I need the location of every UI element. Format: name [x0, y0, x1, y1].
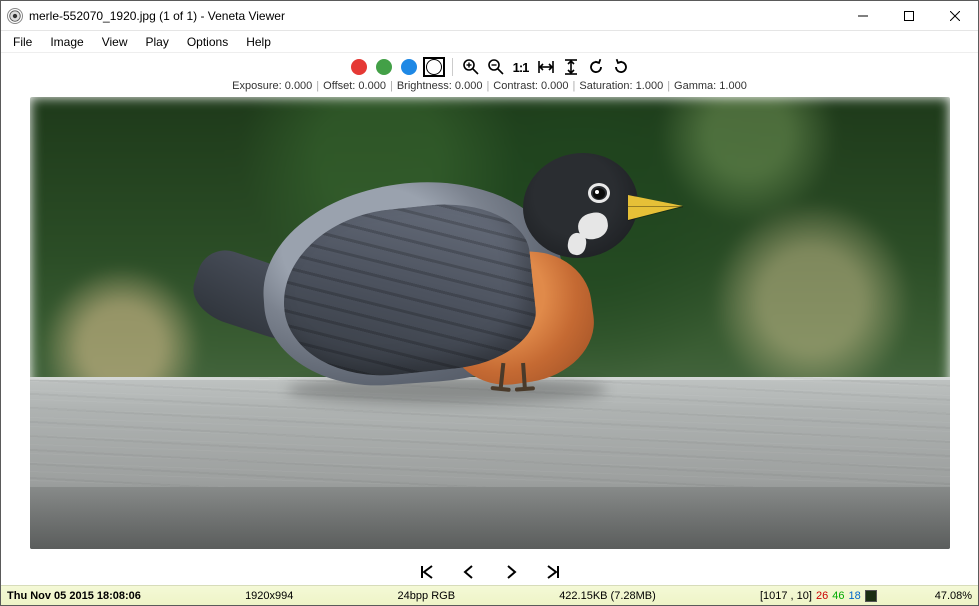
toolbar-row: 1:1 [348, 56, 632, 78]
brightness-value: 0.000 [455, 80, 483, 92]
rotate-right-button[interactable] [610, 57, 632, 77]
status-b: 18 [848, 590, 860, 602]
fit-height-icon [562, 58, 580, 76]
blue-dot-icon [401, 59, 417, 75]
zoom-out-button[interactable] [485, 57, 507, 77]
status-zoom: 47.08% [935, 590, 972, 602]
status-r: 26 [816, 590, 828, 602]
bw-dot-icon [426, 59, 442, 75]
skip-first-icon [419, 564, 435, 580]
last-image-button[interactable] [541, 562, 565, 582]
separator [452, 58, 453, 76]
title-bar: merle-552070_1920.jpg (1 of 1) - Veneta … [1, 1, 978, 31]
red-dot-icon [351, 59, 367, 75]
actual-size-button[interactable]: 1:1 [510, 57, 532, 77]
gamma-label: Gamma: [674, 80, 716, 92]
rotate-left-button[interactable] [585, 57, 607, 77]
status-dimensions: 1920x994 [245, 590, 293, 602]
skip-last-icon [545, 564, 561, 580]
next-image-button[interactable] [499, 562, 523, 582]
status-cursor-rgb: [1017 , 10] 26 46 18 [760, 590, 877, 602]
toolbar: 1:1 Exposure: 0.000| Offset: 0.000| Brig… [1, 53, 978, 97]
window-title: merle-552070_1920.jpg (1 of 1) - Veneta … [29, 9, 285, 23]
chevron-left-icon [461, 564, 477, 580]
rotate-left-icon [587, 58, 605, 76]
status-cursor-pos: [1017 , 10] [760, 590, 812, 602]
menu-play[interactable]: Play [138, 33, 177, 51]
exposure-label: Exposure: [232, 80, 282, 92]
brightness-label: Brightness: [397, 80, 452, 92]
gamma-value: 1.000 [719, 80, 747, 92]
maximize-button[interactable] [886, 1, 932, 31]
close-button[interactable] [932, 1, 978, 31]
menu-file[interactable]: File [5, 33, 40, 51]
status-bar: Thu Nov 05 2015 18:08:06 1920x994 24bpp … [1, 585, 978, 605]
status-datetime: Thu Nov 05 2015 18:08:06 [7, 590, 141, 602]
zoom-in-button[interactable] [460, 57, 482, 77]
displayed-image [30, 97, 950, 549]
grayscale-button[interactable] [423, 57, 445, 77]
fit-height-button[interactable] [560, 57, 582, 77]
minimize-button[interactable] [840, 1, 886, 31]
menu-help[interactable]: Help [238, 33, 279, 51]
menu-view[interactable]: View [94, 33, 136, 51]
one-to-one-icon: 1:1 [513, 60, 529, 75]
menu-options[interactable]: Options [179, 33, 236, 51]
contrast-label: Contrast: [493, 80, 538, 92]
image-viewport[interactable] [1, 97, 978, 559]
contrast-value: 0.000 [541, 80, 569, 92]
saturation-value: 1.000 [636, 80, 664, 92]
menu-bar: File Image View Play Options Help [1, 31, 978, 53]
status-depth: 24bpp RGB [398, 590, 455, 602]
menu-image[interactable]: Image [42, 33, 91, 51]
navigation-bar [1, 559, 978, 585]
exposure-value: 0.000 [285, 80, 313, 92]
app-window: merle-552070_1920.jpg (1 of 1) - Veneta … [0, 0, 979, 606]
chevron-right-icon [503, 564, 519, 580]
offset-value: 0.000 [358, 80, 386, 92]
status-filesize: 422.15KB (7.28MB) [559, 590, 656, 602]
fit-width-icon [537, 58, 555, 76]
green-dot-icon [376, 59, 392, 75]
rotate-right-icon [612, 58, 630, 76]
zoom-in-icon [462, 58, 480, 76]
adjustment-readout: Exposure: 0.000| Offset: 0.000| Brightne… [228, 78, 751, 96]
first-image-button[interactable] [415, 562, 439, 582]
prev-image-button[interactable] [457, 562, 481, 582]
app-icon [7, 8, 23, 24]
fit-width-button[interactable] [535, 57, 557, 77]
green-channel-button[interactable] [373, 57, 395, 77]
color-swatch [865, 590, 877, 602]
offset-label: Offset: [323, 80, 355, 92]
saturation-label: Saturation: [579, 80, 632, 92]
blue-channel-button[interactable] [398, 57, 420, 77]
red-channel-button[interactable] [348, 57, 370, 77]
zoom-out-icon [487, 58, 505, 76]
status-g: 46 [832, 590, 844, 602]
